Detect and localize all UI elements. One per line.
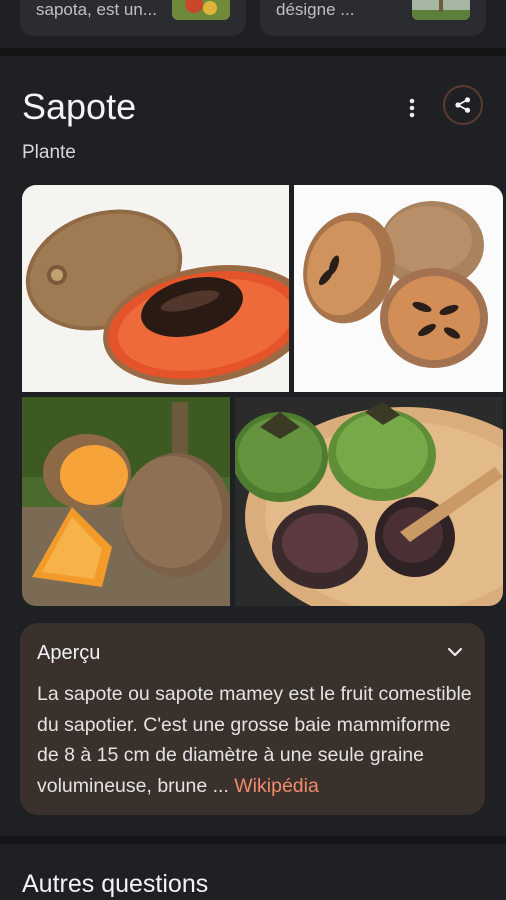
entity-title: Sapote [22, 86, 137, 127]
related-card-2[interactable]: désigne ... [260, 0, 486, 36]
section-divider [0, 836, 506, 844]
more-options-button[interactable] [398, 94, 426, 122]
sapote-image-1[interactable] [22, 185, 289, 392]
chevron-down-icon[interactable] [444, 641, 466, 663]
other-questions-heading: Autres questions [22, 870, 209, 898]
related-card-1-text: sapota, est un... [36, 0, 157, 19]
related-card-1-thumbnail [172, 0, 230, 20]
overview-text: La sapote ou sapote mamey est le fruit c… [37, 679, 477, 801]
sapote-image-2[interactable] [294, 185, 503, 392]
related-card-2-text: désigne ... [276, 0, 355, 19]
share-icon [455, 97, 471, 113]
sapote-image-4[interactable] [235, 397, 503, 606]
more-vert-icon [409, 98, 415, 118]
share-button[interactable] [443, 85, 483, 125]
related-card-2-thumbnail [412, 0, 470, 20]
sapote-image-3[interactable] [22, 397, 230, 606]
entity-subtitle: Plante [22, 142, 76, 163]
section-divider [0, 48, 506, 56]
overview-card: Aperçu La sapote ou sapote mamey est le … [20, 623, 485, 815]
wikipedia-link[interactable]: Wikipédia [234, 775, 319, 797]
overview-ellipsis: ... [212, 774, 235, 797]
overview-title: Aperçu [37, 642, 101, 664]
related-card-1[interactable]: sapota, est un... [20, 0, 246, 36]
